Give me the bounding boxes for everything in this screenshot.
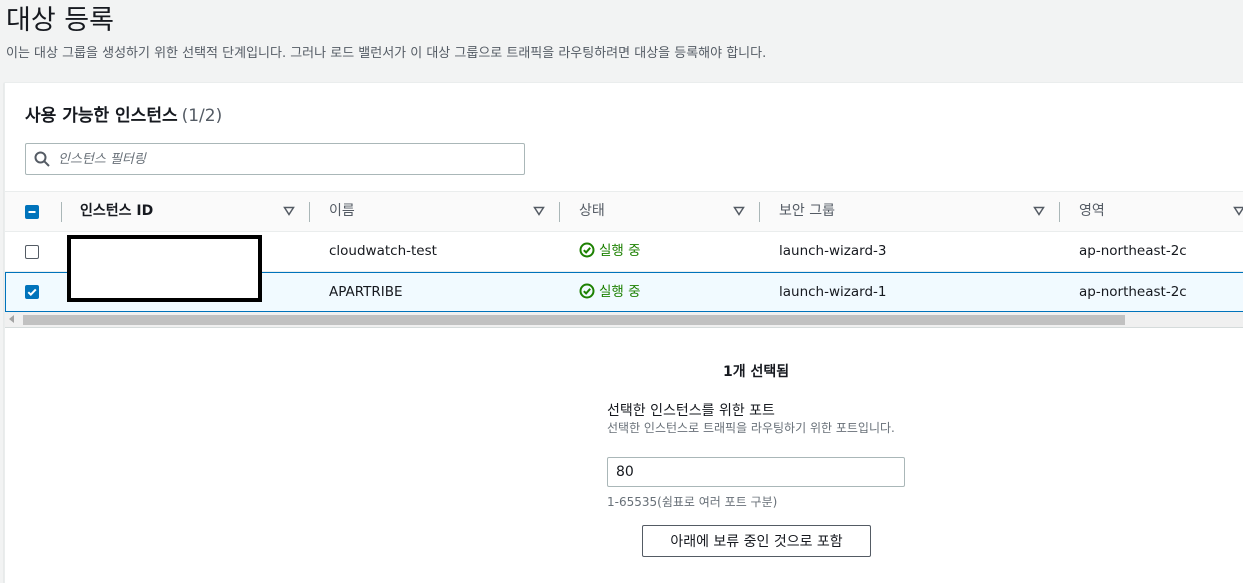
success-icon — [579, 283, 595, 299]
column-separator[interactable] — [309, 202, 310, 222]
port-description: 선택한 인스턴스로 트래픽을 라우팅하기 위한 포트입니다. — [607, 421, 895, 435]
column-header-name[interactable]: 이름 — [329, 192, 355, 231]
search-icon — [34, 151, 50, 167]
sort-icon[interactable] — [283, 205, 295, 217]
panel-title-text: 사용 가능한 인스턴스 — [25, 106, 178, 126]
instance-filter-input[interactable] — [58, 144, 508, 174]
instance-state: 실행 중 — [579, 232, 641, 271]
available-instances-panel: 사용 가능한 인스턴스(1/2) 인스턴스 ID 이름 상태 보안 그룹 — [4, 82, 1243, 583]
row-checkbox[interactable] — [25, 285, 39, 299]
horizontal-scrollbar[interactable] — [5, 312, 1243, 328]
sort-icon[interactable] — [733, 205, 745, 217]
instance-count: (1/2) — [181, 106, 223, 126]
table-header: 인스턴스 ID 이름 상태 보안 그룹 영역 — [5, 191, 1243, 232]
select-all-checkbox[interactable] — [25, 205, 39, 219]
zone: ap-northeast-2c — [1079, 284, 1187, 300]
zone: ap-northeast-2c — [1079, 243, 1187, 259]
sort-icon[interactable] — [533, 205, 545, 217]
sort-icon[interactable] — [1233, 205, 1243, 217]
row-checkbox[interactable] — [25, 245, 39, 259]
indeterminate-icon — [28, 211, 36, 213]
instance-name: cloudwatch-test — [329, 243, 437, 259]
instances-table: 인스턴스 ID 이름 상태 보안 그룹 영역 cloudwatch-test 실… — [5, 191, 1243, 312]
panel-title: 사용 가능한 인스턴스 (1/2) — [25, 101, 222, 126]
instance-state-text: 실행 중 — [599, 243, 641, 259]
page-description: 이는 대상 그룹을 생성하기 위한 선택적 단계입니다. 그러나 로드 밸런서가… — [6, 46, 767, 61]
column-separator[interactable] — [559, 202, 560, 222]
selected-count: 1개 선택됨 — [723, 364, 790, 380]
column-separator[interactable] — [759, 202, 760, 222]
column-header-zone[interactable]: 영역 — [1079, 192, 1105, 231]
sort-icon[interactable] — [1033, 205, 1045, 217]
instance-name: APARTRIBE — [329, 284, 403, 300]
scroll-left-arrow-icon[interactable] — [9, 315, 14, 323]
column-header-security-group[interactable]: 보안 그룹 — [779, 192, 835, 231]
port-hint: 1-65535(쉼표로 여러 포트 구분) — [607, 495, 778, 509]
column-header-instance-id[interactable]: 인스턴스 ID — [80, 192, 153, 231]
security-group: launch-wizard-3 — [779, 243, 887, 259]
page-title: 대상 등록 — [6, 5, 114, 36]
instance-filter[interactable] — [25, 143, 525, 175]
security-group: launch-wizard-1 — [779, 284, 887, 300]
include-as-pending-button[interactable]: 아래에 보류 중인 것으로 포함 — [642, 525, 871, 557]
column-header-state[interactable]: 상태 — [579, 192, 605, 231]
port-label: 선택한 인스턴스를 위한 포트 — [607, 403, 775, 419]
column-separator[interactable] — [61, 202, 62, 222]
instance-state-text: 실행 중 — [599, 284, 641, 300]
port-input[interactable] — [607, 457, 905, 487]
success-icon — [579, 242, 595, 258]
column-separator[interactable] — [1059, 202, 1060, 222]
instance-state: 실행 중 — [579, 273, 641, 311]
checkmark-icon — [27, 288, 37, 297]
scrollbar-thumb[interactable] — [23, 315, 1125, 325]
redacted-instance-ids — [67, 235, 262, 302]
